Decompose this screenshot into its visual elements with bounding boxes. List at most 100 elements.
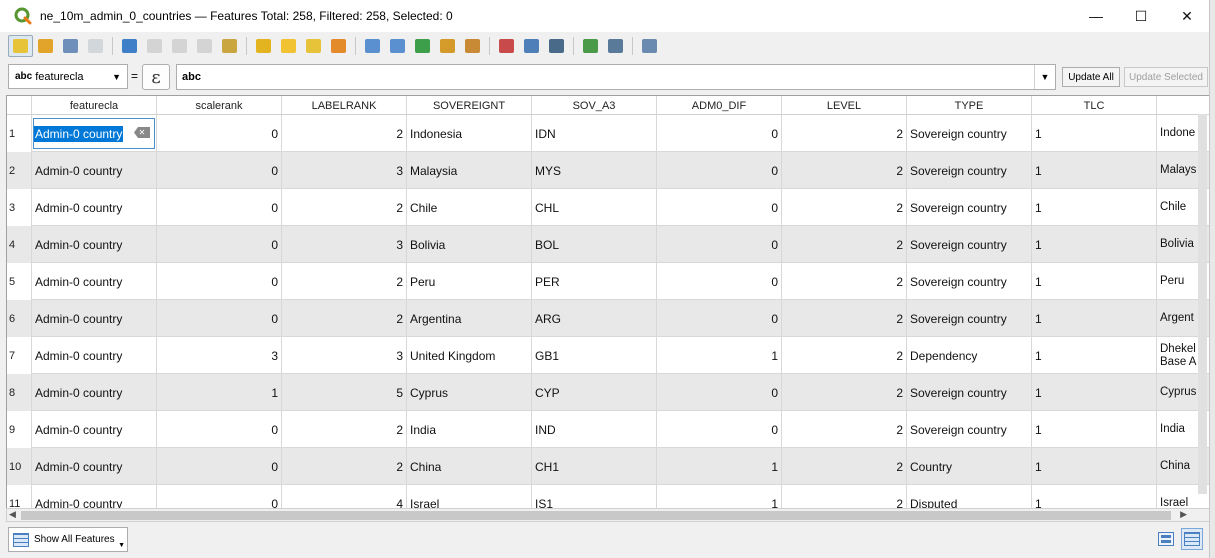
row-number[interactable]: 1: [7, 115, 32, 152]
table-cell[interactable]: 2: [282, 448, 407, 485]
organize-columns-button[interactable]: [519, 35, 544, 57]
table-cell[interactable]: Admin-0 country: [32, 263, 157, 300]
row-number[interactable]: 10: [7, 448, 32, 485]
deselect-all-button[interactable]: [326, 35, 351, 57]
update-all-button[interactable]: Update All: [1062, 67, 1120, 87]
scroll-left-icon[interactable]: ◀: [9, 509, 16, 520]
table-cell-editing[interactable]: Admin-0 country ✕: [32, 115, 157, 152]
table-cell[interactable]: 0: [157, 411, 282, 448]
table-cell[interactable]: 5: [282, 374, 407, 411]
table-cell[interactable]: Sovereign country: [907, 263, 1032, 300]
copy-button[interactable]: [192, 35, 217, 57]
table-cell[interactable]: 2: [782, 300, 907, 337]
row-number[interactable]: 9: [7, 411, 32, 448]
table-cell[interactable]: 0: [157, 263, 282, 300]
table-row[interactable]: 7 Admin-0 country 3 3 United Kingdom GB1 1 2 Dep…: [7, 337, 1209, 374]
row-number[interactable]: 2: [7, 152, 32, 189]
table-cell[interactable]: 2: [782, 226, 907, 263]
delete-selected-button[interactable]: [142, 35, 167, 57]
table-cell[interactable]: ARG: [532, 300, 657, 337]
table-cell[interactable]: Admin-0 country: [32, 411, 157, 448]
table-cell[interactable]: CH1: [532, 448, 657, 485]
table-cell[interactable]: 1: [1032, 411, 1157, 448]
table-cell[interactable]: Sovereign country: [907, 374, 1032, 411]
table-cell[interactable]: Admin-0 country: [32, 300, 157, 337]
table-cell[interactable]: 1: [1032, 115, 1157, 152]
filter-select-button[interactable]: [360, 35, 385, 57]
row-number[interactable]: 3: [7, 189, 32, 226]
show-all-features-button[interactable]: Show All Features ▼: [8, 527, 128, 552]
select-by-expression-button[interactable]: [251, 35, 276, 57]
dock-button[interactable]: [637, 35, 662, 57]
table-cell[interactable]: Sovereign country: [907, 152, 1032, 189]
table-cell[interactable]: 2: [782, 448, 907, 485]
paste-button[interactable]: [217, 35, 242, 57]
delete-field-button[interactable]: [494, 35, 519, 57]
table-cell[interactable]: 2: [282, 411, 407, 448]
table-cell[interactable]: Country: [907, 448, 1032, 485]
table-cell[interactable]: Dependency: [907, 337, 1032, 374]
table-cell[interactable]: Peru: [407, 263, 532, 300]
table-cell[interactable]: 0: [657, 374, 782, 411]
table-cell[interactable]: 1: [1032, 300, 1157, 337]
table-corner[interactable]: [7, 96, 32, 115]
table-cell[interactable]: 2: [782, 337, 907, 374]
table-cell[interactable]: 0: [157, 300, 282, 337]
table-cell[interactable]: 0: [157, 115, 282, 152]
table-cell[interactable]: 3: [282, 226, 407, 263]
table-row[interactable]: 2 Admin-0 country 0 3 Malaysia MYS 0 2 Sovereign…: [7, 152, 1209, 189]
new-field-button[interactable]: [460, 35, 485, 57]
cut-button[interactable]: [167, 35, 192, 57]
table-cell[interactable]: 0: [657, 226, 782, 263]
table-cell[interactable]: Admin-0 country: [32, 337, 157, 374]
column-header[interactable]: SOV_A3: [532, 96, 657, 115]
column-header[interactable]: LEVEL: [782, 96, 907, 115]
select-all-button[interactable]: [276, 35, 301, 57]
chevron-down-icon[interactable]: ▼: [1034, 65, 1055, 89]
table-cell[interactable]: 0: [657, 115, 782, 152]
table-cell[interactable]: 1: [1032, 152, 1157, 189]
table-cell[interactable]: 3: [282, 337, 407, 374]
table-cell[interactable]: CHL: [532, 189, 657, 226]
row-number[interactable]: 6: [7, 300, 32, 337]
update-selected-button[interactable]: Update Selected: [1124, 67, 1208, 87]
column-header[interactable]: SOVEREIGNT: [407, 96, 532, 115]
clear-value-icon[interactable]: ✕: [134, 127, 150, 138]
table-cell[interactable]: Bolivia: [407, 226, 532, 263]
table-cell[interactable]: 0: [157, 189, 282, 226]
table-cell[interactable]: United Kingdom: [407, 337, 532, 374]
table-cell[interactable]: 0: [157, 226, 282, 263]
table-cell[interactable]: Sovereign country: [907, 411, 1032, 448]
table-cell[interactable]: Admin-0 country: [32, 448, 157, 485]
table-cell[interactable]: MYS: [532, 152, 657, 189]
field-calculator-button[interactable]: [544, 35, 569, 57]
column-header[interactable]: featurecla: [32, 96, 157, 115]
expression-button[interactable]: ε: [142, 64, 170, 90]
table-cell[interactable]: Argentina: [407, 300, 532, 337]
table-row[interactable]: 3 Admin-0 country 0 2 Chile CHL 0 2 Sovereign co…: [7, 189, 1209, 226]
table-cell[interactable]: 2: [782, 152, 907, 189]
table-cell[interactable]: 2: [282, 263, 407, 300]
maximize-button[interactable]: ☐: [1118, 0, 1164, 32]
table-row[interactable]: 10 Admin-0 country 0 2 China CH1 1 2 Country 1 Chi…: [7, 448, 1209, 485]
table-cell[interactable]: 2: [782, 189, 907, 226]
table-cell[interactable]: India: [407, 411, 532, 448]
field-select-combo[interactable]: abc featurecla ▼: [8, 64, 128, 89]
actions-button[interactable]: [603, 35, 628, 57]
horizontal-scrollbar[interactable]: ◀ ▶: [6, 508, 1209, 522]
table-cell[interactable]: 0: [657, 411, 782, 448]
table-row[interactable]: 6 Admin-0 country 0 2 Argentina ARG 0 2 Sovereig…: [7, 300, 1209, 337]
table-cell[interactable]: 1: [657, 337, 782, 374]
table-cell[interactable]: Sovereign country: [907, 226, 1032, 263]
table-row[interactable]: 9 Admin-0 country 0 2 India IND 0 2 Sovereign co…: [7, 411, 1209, 448]
table-cell[interactable]: 0: [657, 152, 782, 189]
table-cell[interactable]: Admin-0 country: [32, 374, 157, 411]
table-row[interactable]: 8 Admin-0 country 1 5 Cyprus CYP 0 2 Sovereign c…: [7, 374, 1209, 411]
table-cell[interactable]: 0: [657, 300, 782, 337]
table-cell[interactable]: CYP: [532, 374, 657, 411]
table-cell[interactable]: Indonesia: [407, 115, 532, 152]
column-header[interactable]: [1157, 96, 1209, 115]
table-cell[interactable]: 0: [157, 448, 282, 485]
invert-selection-button[interactable]: [301, 35, 326, 57]
row-number[interactable]: 8: [7, 374, 32, 411]
